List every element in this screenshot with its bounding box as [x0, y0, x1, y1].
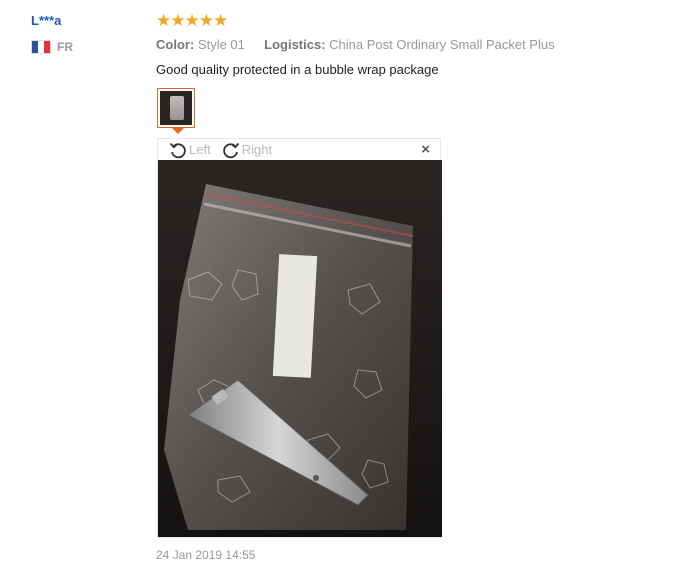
image-viewer: Left Right ×	[157, 138, 442, 538]
close-icon[interactable]: ×	[421, 141, 430, 158]
review-photo	[158, 160, 442, 537]
rotate-right-button[interactable]: Right	[221, 140, 272, 160]
review-user-name: L***a	[31, 13, 62, 28]
reviewer-country: FR	[31, 40, 73, 54]
rotate-left-button[interactable]: Left	[168, 140, 211, 160]
flag-france-icon	[31, 40, 51, 54]
thumbnail-image	[160, 91, 192, 125]
review-date: 24 Jan 2019 14:55	[156, 548, 256, 562]
review-attributes: Color: Style 01 Logistics: China Post Or…	[156, 37, 555, 52]
country-code: FR	[57, 40, 73, 54]
photo-bubble-wrap-bag	[158, 160, 442, 537]
review-text: Good quality protected in a bubble wrap …	[156, 62, 439, 77]
thumbnail-pointer	[172, 128, 184, 134]
rating-stars: ★★★★★	[156, 11, 228, 30]
rotate-right-label: Right	[241, 142, 273, 157]
logistics-label: Logistics:	[264, 37, 326, 52]
color-value: Style 01	[197, 37, 245, 52]
rotate-left-icon	[169, 142, 186, 158]
star-icon: ★★★★★	[156, 11, 228, 30]
logistics-value: China Post Ordinary Small Packet Plus	[329, 37, 555, 52]
review-image-thumbnail[interactable]	[157, 88, 195, 128]
color-label: Color:	[156, 37, 195, 52]
viewer-toolbar: Left Right ×	[158, 139, 440, 160]
rotate-right-icon	[222, 142, 239, 158]
rotate-left-label: Left	[189, 142, 211, 157]
